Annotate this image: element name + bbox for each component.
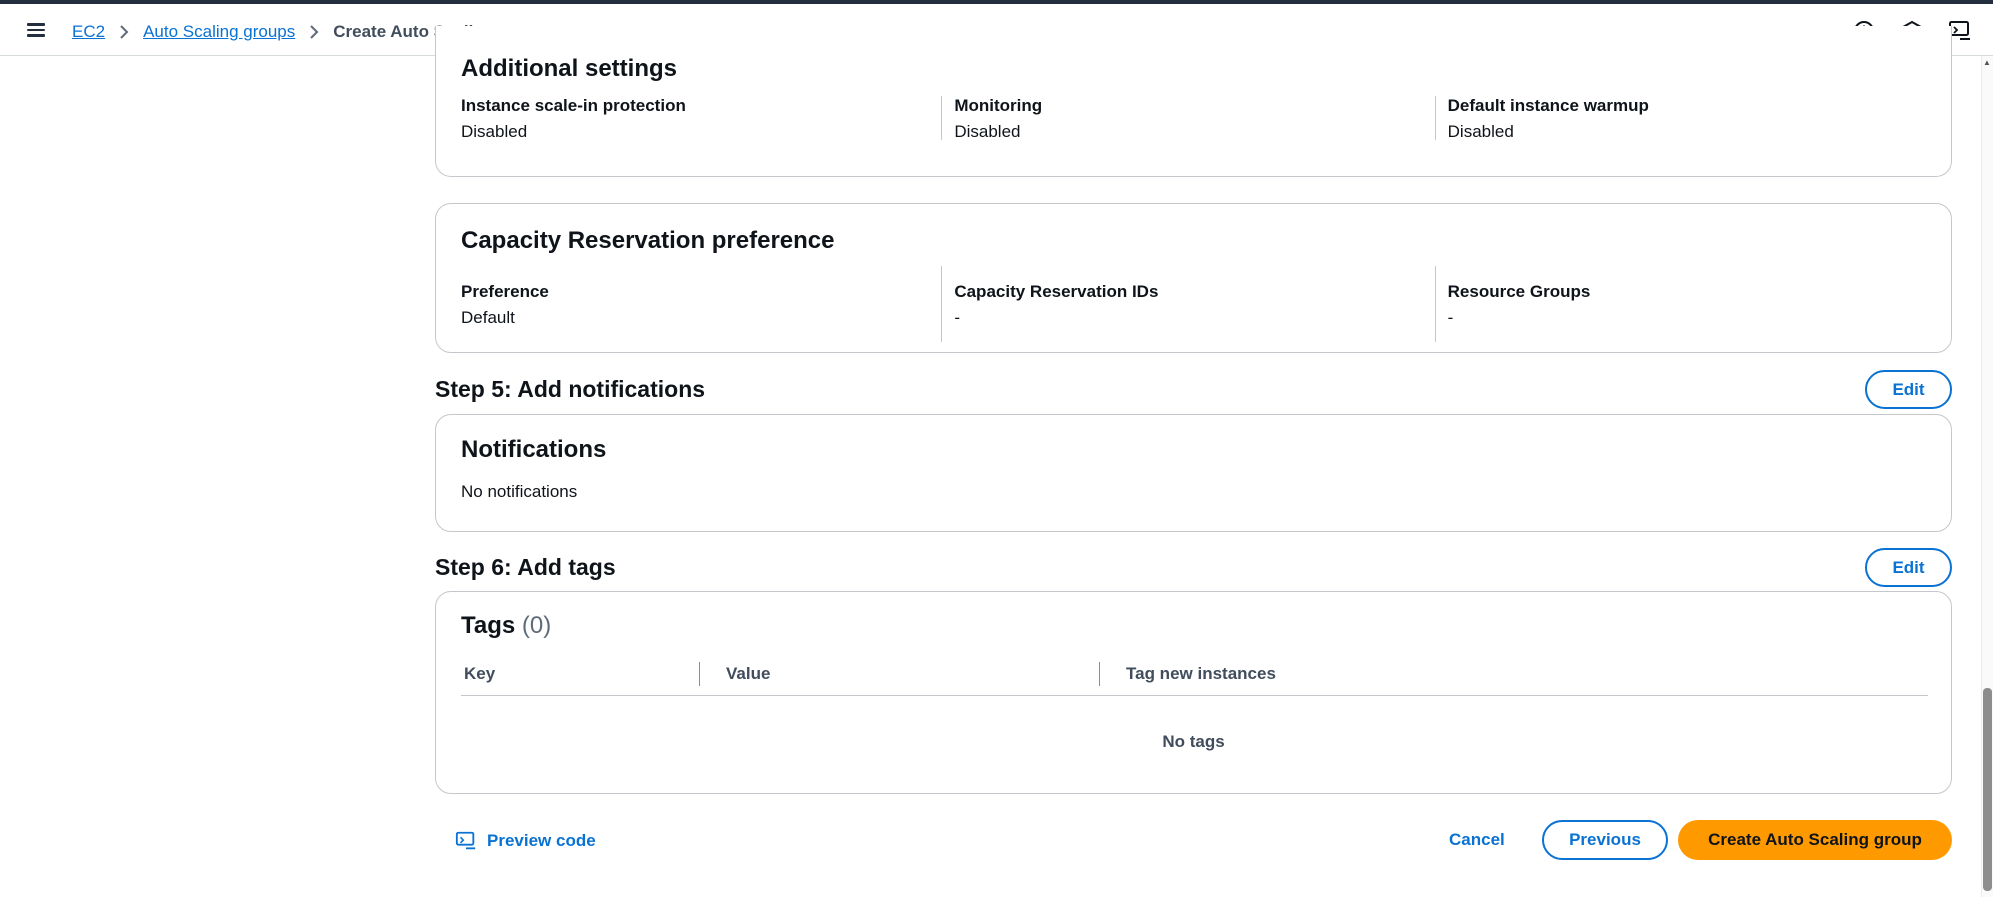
tags-table-header: Key Value Tag new instances [461, 662, 1928, 696]
cancel-button[interactable]: Cancel [1449, 820, 1505, 860]
preview-code-button[interactable]: Preview code [455, 830, 596, 852]
breadcrumb-ec2-link[interactable]: EC2 [72, 22, 105, 42]
field-label: Capacity Reservation IDs [954, 282, 1159, 301]
field-value: - [954, 308, 960, 327]
column-resizer[interactable] [699, 662, 700, 686]
field-label: Default instance warmup [1447, 96, 1649, 115]
field-value: Disabled [1447, 122, 1514, 141]
field-label: Resource Groups [1447, 282, 1591, 301]
notifications-panel: Notifications No notifications [435, 414, 1952, 532]
additional-settings-title: Additional settings [461, 55, 677, 82]
capacity-reservation-panel: Capacity Reservation preference Preferen… [435, 203, 1952, 353]
field-label: Monitoring [954, 96, 1043, 115]
notifications-title: Notifications [461, 436, 607, 463]
previous-button[interactable]: Previous [1542, 820, 1668, 860]
step6-title: Step 6: Add tags [435, 554, 616, 580]
tags-empty-state: No tags [1162, 732, 1225, 751]
preview-code-label: Preview code [487, 831, 596, 850]
field-value: - [1447, 308, 1454, 327]
preview-code-icon [455, 831, 476, 850]
step5-edit-button[interactable]: Edit [1865, 370, 1952, 409]
create-auto-scaling-group-button[interactable]: Create Auto Scaling group [1678, 820, 1952, 860]
capacity-reservation-ids-field: Capacity Reservation IDs - [941, 266, 1434, 342]
menu-icon[interactable] [26, 20, 52, 42]
field-value: Default [461, 308, 515, 327]
column-header-key[interactable]: Key [464, 662, 495, 686]
capacity-reservation-title: Capacity Reservation preference [461, 227, 835, 254]
column-header-tag-new-instances[interactable]: Tag new instances [1126, 662, 1276, 686]
scroll-up-arrow-icon[interactable]: ▲ [1981, 58, 1993, 70]
step5-title: Step 5: Add notifications [435, 376, 706, 402]
tags-panel: Tags (0) Key Value Tag new instances No … [435, 591, 1952, 794]
tags-count: (0) [521, 612, 552, 639]
field-value: Disabled [461, 122, 528, 141]
additional-settings-panel: Additional settings Instance scale-in pr… [435, 26, 1952, 177]
field-value: Disabled [954, 122, 1021, 141]
chevron-right-icon [309, 24, 319, 40]
column-header-value[interactable]: Value [726, 662, 770, 686]
scrollbar-thumb[interactable] [1983, 688, 1992, 891]
scale-in-protection-field: Instance scale-in protection Disabled [461, 96, 941, 141]
field-label: Instance scale-in protection [461, 96, 686, 115]
tags-heading: Tags (0) [461, 612, 551, 640]
default-instance-warmup-field: Default instance warmup Disabled [1434, 96, 1928, 141]
field-label: Preference [461, 282, 549, 301]
wizard-footer: Preview code Cancel Previous Create Auto… [435, 820, 1952, 862]
notifications-empty-text: No notifications [461, 482, 578, 501]
tags-title: Tags [461, 612, 516, 639]
resource-groups-field: Resource Groups - [1434, 266, 1928, 342]
monitoring-field: Monitoring Disabled [941, 96, 1434, 141]
column-resizer[interactable] [1099, 662, 1100, 686]
breadcrumb-auto-scaling-groups-link[interactable]: Auto Scaling groups [143, 22, 295, 42]
step6-edit-button[interactable]: Edit [1865, 548, 1952, 587]
preference-field: Preference Default [461, 266, 941, 342]
chevron-right-icon [119, 24, 129, 40]
